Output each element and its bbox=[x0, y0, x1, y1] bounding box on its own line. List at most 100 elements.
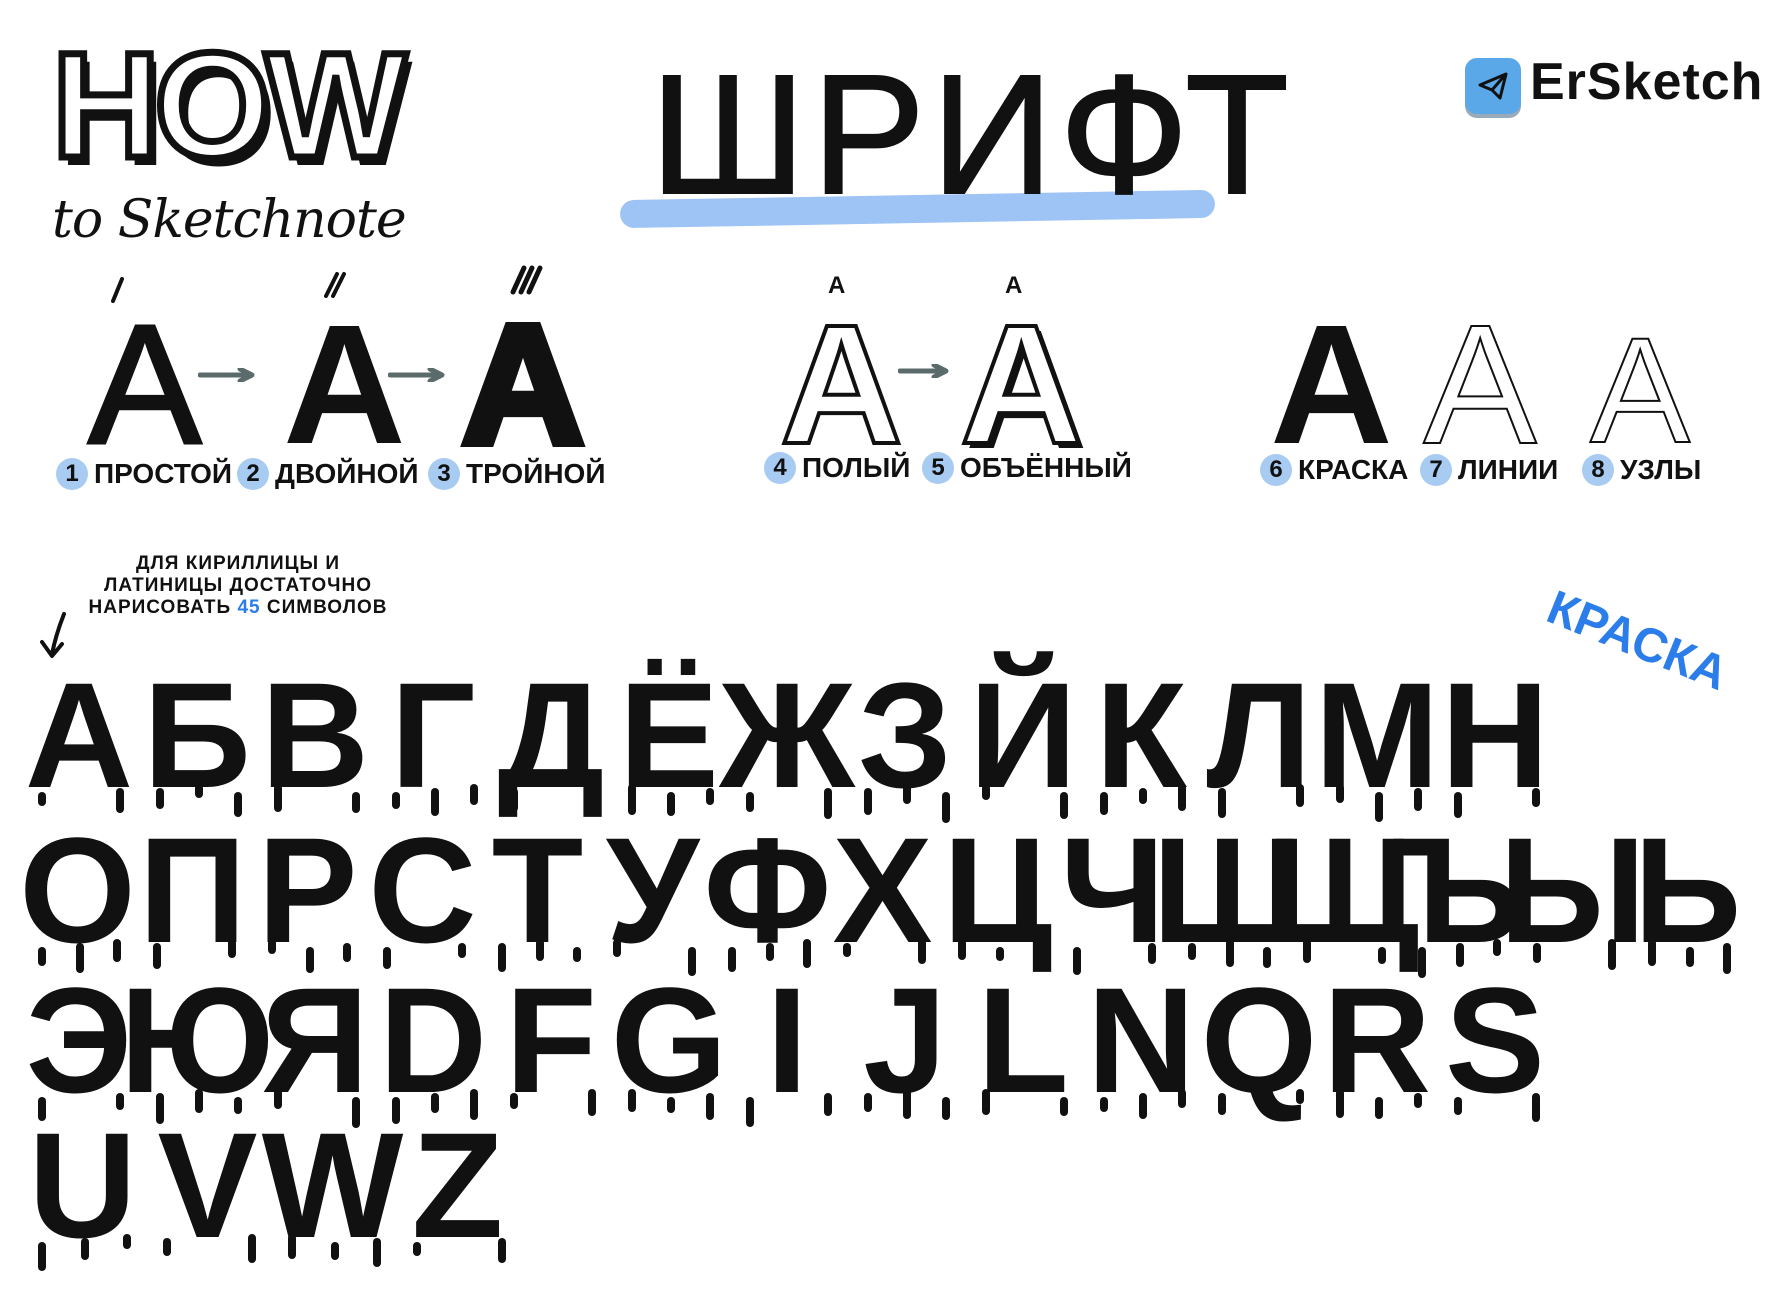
note-line-1: ДЛЯ КИРИЛЛИЦЫ И bbox=[135, 553, 341, 574]
paint-drip bbox=[413, 1242, 421, 1256]
paint-drip bbox=[958, 939, 966, 960]
label-volume: 5 ОБЪЁННЫЙ bbox=[922, 452, 1132, 484]
paint-drip bbox=[1139, 1093, 1147, 1119]
paint-drip bbox=[843, 943, 851, 957]
alphabet-letter: Ц bbox=[942, 806, 1053, 974]
label-text: ДВОЙНОЙ bbox=[275, 458, 419, 489]
arrow-right-icon bbox=[898, 364, 949, 378]
alphabet-letter: З bbox=[846, 660, 964, 823]
paint-drip bbox=[1648, 939, 1656, 966]
label-simple: 1 ПРОСТОЙ bbox=[56, 458, 232, 490]
paint-drip bbox=[864, 1093, 872, 1112]
label-text: ПОЛЫЙ bbox=[802, 452, 911, 483]
paint-drip bbox=[903, 784, 911, 804]
paint-drip bbox=[1454, 1097, 1462, 1115]
sample-lines: А bbox=[1422, 290, 1537, 480]
main-title: ШРИФТ bbox=[649, 40, 1295, 230]
alphabet-letter: Ы bbox=[1499, 806, 1646, 974]
note-text: СИМВОЛОВ bbox=[266, 597, 388, 618]
paint-drip bbox=[1336, 1089, 1344, 1118]
paint-drip bbox=[1296, 784, 1304, 807]
alphabet-note: ДЛЯ КИРИЛЛИЦЫ И ЛАТИНИЦЫ ДОСТАТОЧНО НАРИ… bbox=[78, 553, 398, 619]
paper-plane-icon bbox=[1478, 72, 1508, 100]
paint-drip bbox=[268, 939, 276, 954]
label-text: ТРОЙНОЙ bbox=[466, 458, 606, 489]
paint-drip bbox=[1060, 1097, 1068, 1116]
alphabet-letter: Щ bbox=[1266, 806, 1419, 974]
paint-drip bbox=[38, 1242, 46, 1271]
paint-drip bbox=[1218, 1093, 1226, 1115]
badge-number: 8 bbox=[1582, 454, 1614, 486]
label-text: ЛИНИИ bbox=[1458, 454, 1559, 485]
alphabet-letter: В bbox=[260, 651, 370, 819]
paint-drip bbox=[824, 1093, 832, 1116]
paint-drip bbox=[1100, 1097, 1108, 1112]
paint-drip bbox=[163, 1238, 171, 1256]
alphabet-letter: Ь bbox=[1633, 806, 1742, 974]
alphabet-letter: Ж bbox=[719, 651, 855, 819]
label-text: КРАСКА bbox=[1298, 454, 1409, 485]
note-text: НАРИСОВАТЬ bbox=[88, 597, 232, 618]
paint-drip bbox=[903, 1089, 911, 1119]
alphabet-letter: К bbox=[1095, 651, 1187, 819]
note-line-2: ЛАТИНИЦЫ ДОСТАТОЧНО bbox=[103, 575, 372, 596]
paint-drip bbox=[498, 1238, 506, 1263]
alphabet-letter: F bbox=[505, 956, 597, 1124]
alphabet-letter: Г bbox=[374, 660, 492, 816]
label-text: ПРОСТОЙ bbox=[94, 458, 233, 489]
paint-drip bbox=[588, 1089, 596, 1116]
paint-drip bbox=[80, 1238, 89, 1260]
alphabet-letter: Р bbox=[257, 806, 358, 974]
alphabet-letter: Д bbox=[497, 651, 605, 819]
alphabet-row-3: ЭЮЯDFGIJLNQRS bbox=[20, 956, 1554, 1128]
paint-drip bbox=[1608, 939, 1616, 970]
alphabet-letter: Т bbox=[491, 806, 584, 974]
alphabet-letter: С bbox=[368, 806, 477, 974]
alphabet-row-1: АБВГДЁЖЗЙКЛМН bbox=[20, 651, 1554, 823]
paint-drip bbox=[373, 1238, 381, 1267]
alphabet-letter: Б bbox=[143, 651, 251, 819]
paint-drip bbox=[942, 1097, 950, 1120]
alphabet-letter: L bbox=[977, 956, 1069, 1124]
alphabet-letter: Л bbox=[1206, 651, 1312, 819]
paint-drip bbox=[1375, 1097, 1383, 1119]
paint-drip bbox=[746, 1097, 754, 1127]
alphabet-letter: Z bbox=[395, 1110, 520, 1263]
paint-drip bbox=[195, 784, 203, 798]
alphabet-letter: А bbox=[24, 651, 134, 819]
label-lines: 7 ЛИНИИ bbox=[1420, 454, 1558, 486]
label-double: 2 ДВОЙНОЙ bbox=[237, 458, 419, 490]
alphabet-letter: Ъ bbox=[1392, 815, 1523, 978]
paint-drip bbox=[1178, 1089, 1186, 1108]
brand-name[interactable]: ErSketch bbox=[1530, 52, 1763, 112]
paint-drip bbox=[510, 1093, 518, 1109]
alphabet-letter: Ё bbox=[618, 651, 720, 819]
alphabet-letter: У bbox=[605, 806, 700, 976]
telegram-icon[interactable] bbox=[1465, 58, 1521, 114]
paint-drip bbox=[613, 939, 621, 957]
paint-drip bbox=[1532, 1093, 1540, 1122]
sample-volume: А bbox=[958, 290, 1085, 480]
paint-drip bbox=[123, 1234, 131, 1249]
label-nodes: 8 УЗЛЫ bbox=[1582, 454, 1701, 486]
alphabet-letter: О bbox=[19, 806, 136, 974]
paint-drip bbox=[628, 1089, 636, 1112]
paint-drip bbox=[330, 1242, 339, 1260]
paint-drip bbox=[470, 784, 478, 805]
label-triple: 3 ТРОЙНОЙ bbox=[428, 458, 605, 490]
label-text: ОБЪЁННЫЙ bbox=[960, 452, 1132, 483]
alphabet-letter: Й bbox=[969, 651, 1077, 819]
paint-drip bbox=[706, 1093, 714, 1120]
how-title: HOW bbox=[49, 21, 411, 189]
paint-drip bbox=[1532, 788, 1540, 807]
alphabet-letter: Q bbox=[1200, 956, 1318, 1124]
alphabet-letter: G bbox=[610, 956, 728, 1124]
alphabet-row-2: ОПРСТУФХЦЧШЩЪЫЬ bbox=[19, 806, 1745, 978]
alphabet-letter: П bbox=[138, 806, 247, 974]
alphabet-letter: Я bbox=[256, 965, 374, 1128]
alphabet-letter: Н bbox=[1440, 651, 1550, 819]
alphabet-letter: Ф bbox=[703, 806, 832, 974]
sample-triple: А bbox=[458, 290, 589, 480]
note-count: 45 bbox=[237, 597, 261, 618]
paint-drip bbox=[248, 1234, 256, 1263]
